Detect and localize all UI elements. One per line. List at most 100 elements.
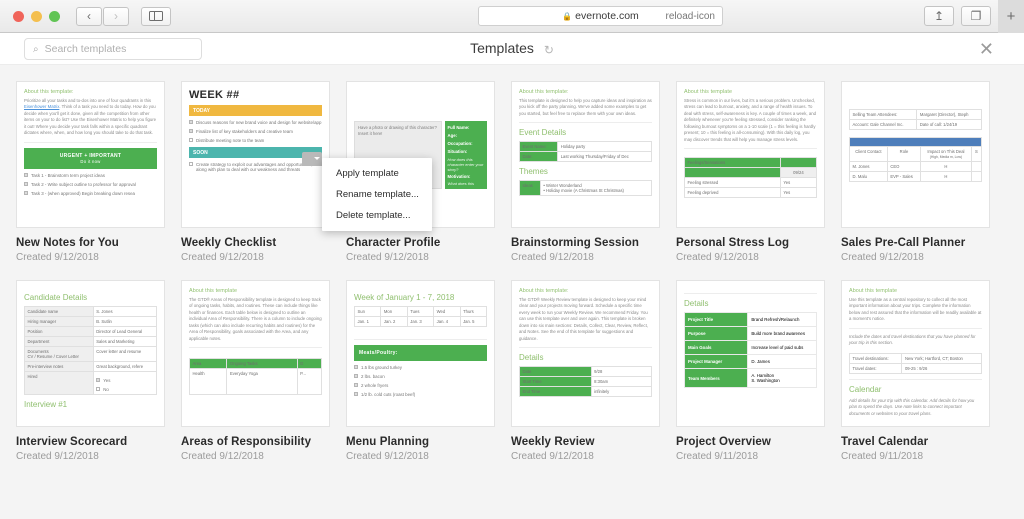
- templates-header: ⌕ Templates ↻ ✕: [0, 33, 1024, 65]
- template-preview[interactable]: Selling Team Attendees: Margaret (Directo…: [841, 81, 990, 228]
- template-preview[interactable]: About this template: Prioritize all your…: [16, 81, 165, 228]
- maximize-window-button[interactable]: [49, 10, 60, 22]
- template-title: Interview Scorecard: [16, 436, 128, 448]
- template-card[interactable]: Candidate Details Candidate name S. Jones…: [16, 280, 165, 462]
- section-note: Add details for your trip with this cale…: [849, 397, 975, 416]
- back-button[interactable]: ‹: [76, 6, 102, 26]
- about-body: Stress is common in our lives, but it's …: [684, 98, 816, 142]
- quadrant-sub: Do it now: [80, 158, 101, 164]
- template-card[interactable]: Details Project Title Brand Refresh/Relau…: [676, 280, 825, 462]
- template-title: Areas of Responsibility: [181, 436, 312, 448]
- about-heading: About this template:: [24, 89, 74, 95]
- checklist-item: Finalize list of key stakeholders and cr…: [189, 129, 322, 134]
- checklist-item: Distribute meeting note to the team: [189, 138, 322, 143]
- divider: [519, 122, 652, 124]
- table-row: Hiring manager B. Sutlin: [24, 316, 158, 327]
- sync-icon: ↻: [543, 43, 554, 57]
- checkbox-icon: [354, 374, 358, 379]
- table-row: Documents CV / Resume / Cover Letter Cover…: [24, 346, 158, 362]
- field-label: Occupation:: [447, 141, 473, 147]
- areas-table: Area Ongoing Tasks G Health Everyday Yog…: [188, 358, 323, 396]
- template-card[interactable]: About this template The GTD® Areas of Re…: [181, 280, 330, 462]
- template-preview[interactable]: Week of January 1 - 7, 2018 Sun Mon Tues…: [346, 280, 495, 427]
- reload-icon[interactable]: reload-icon: [666, 11, 715, 22]
- window-traffic-lights: [13, 10, 60, 22]
- template-created: Created 9/12/2018: [16, 451, 99, 462]
- divider: [849, 327, 982, 329]
- template-title: Brainstorming Session: [511, 237, 639, 249]
- template-card[interactable]: About this template: This template is de…: [511, 81, 660, 263]
- template-card[interactable]: About this template: The GTD® Weekly Rev…: [511, 280, 660, 462]
- template-options-button[interactable]: [302, 152, 322, 166]
- template-card[interactable]: Week of January 1 - 7, 2018 Sun Mon Tues…: [346, 280, 495, 462]
- template-card[interactable]: About this template Use this template as…: [841, 280, 990, 462]
- template-created: Created 9/12/2018: [511, 252, 594, 263]
- table-row: Pre-interview notes Great background, ref…: [24, 361, 158, 372]
- section-heading: Details: [519, 353, 544, 363]
- delete-template-menu-item[interactable]: Delete template...: [322, 205, 432, 226]
- checkbox-icon[interactable]: [96, 378, 101, 383]
- about-heading: About this template: [189, 288, 238, 294]
- section-heading: Calendar: [849, 384, 882, 394]
- template-preview[interactable]: About this template Use this template as…: [841, 280, 990, 427]
- divider: [684, 293, 817, 294]
- template-title: Weekly Review: [511, 436, 595, 448]
- close-icon[interactable]: ✕: [979, 40, 994, 58]
- grocery-item: 1/2 lb. cold cuts (roast beef): [354, 392, 487, 397]
- project-details-table: Project Title Brand Refresh/Relaunch Purp…: [683, 312, 817, 388]
- table-row: M. Jones CEO H: [849, 161, 983, 172]
- rename-template-menu-item[interactable]: Rename template...: [322, 184, 432, 205]
- grocery-item: 2 whole fryers: [354, 383, 487, 388]
- minimize-window-button[interactable]: [31, 10, 42, 22]
- template-preview[interactable]: About this template: This template is de…: [511, 81, 660, 228]
- toolbar-right-group: ↥ ❐ +: [924, 0, 1024, 33]
- navigation-buttons: ‹ ›: [76, 6, 129, 26]
- stress-log-table: Feelings/Sensations 09/24 Feeling stress…: [684, 157, 818, 199]
- contacts-table: Client Contact Role Impact on This Deal(…: [849, 137, 983, 182]
- template-card[interactable]: WEEK ## TODAY Discuss reasons for new br…: [181, 81, 330, 263]
- address-bar[interactable]: 🔒 evernote.com reload-icon: [478, 6, 723, 26]
- field-label: Full Name:: [447, 125, 470, 130]
- template-preview[interactable]: About this template The GTD® Areas of Re…: [181, 280, 330, 427]
- template-card[interactable]: About this template Stress is common in …: [676, 81, 825, 263]
- grocery-item: 1.5 lbs ground turkey: [354, 365, 487, 370]
- forward-button[interactable]: ›: [103, 6, 129, 26]
- table-row: Position Director of Lead General: [24, 326, 158, 337]
- close-window-button[interactable]: [13, 10, 24, 22]
- divider: [24, 141, 157, 143]
- table-row: Purpose Build more brand awarenes: [683, 326, 817, 341]
- table-row: Feeling stressed Yes: [684, 177, 818, 189]
- template-title: New Notes for You: [16, 237, 119, 249]
- sidebar-toggle-button[interactable]: [141, 6, 171, 26]
- apply-template-menu-item[interactable]: Apply template: [322, 163, 432, 184]
- table-row: Project Title Brand Refresh/Relaunch: [683, 312, 817, 327]
- section-heading: Themes: [519, 167, 548, 177]
- eisenhower-matrix-link[interactable]: Eisenhower Matrix: [24, 104, 59, 109]
- template-title: Travel Calendar: [841, 436, 929, 448]
- sidebar-icon: [149, 11, 163, 21]
- task-item: Task 2 - Write subject outline to profes…: [24, 182, 157, 187]
- table-row: Date: Last working Thursday/Friday of Dec: [518, 151, 652, 163]
- section-heading: Event Details: [519, 128, 567, 138]
- table-row: Account: Gale Channel Inc. Date of call: …: [848, 119, 982, 130]
- templates-grid: About this template: Prioritize all your…: [16, 81, 1008, 462]
- url-text: evernote.com: [575, 10, 639, 22]
- checkbox-icon: [189, 162, 193, 167]
- field-hint: What does this: [447, 180, 474, 186]
- event-details-table: Event Name: Holiday party Date: Last worki…: [518, 141, 652, 163]
- template-preview[interactable]: About this template: The GTD® Weekly Rev…: [511, 280, 660, 427]
- task-item: Task 3 - (when approved) Begin breaking …: [24, 191, 157, 196]
- share-icon[interactable]: ↥: [924, 6, 954, 26]
- template-preview[interactable]: Details Project Title Brand Refresh/Relau…: [676, 280, 825, 427]
- template-preview[interactable]: About this template Stress is common in …: [676, 81, 825, 228]
- template-card[interactable]: Selling Team Attendees: Margaret (Directo…: [841, 81, 990, 263]
- show-tabs-icon[interactable]: ❐: [961, 6, 991, 26]
- section-note: Include the dates and travel destination…: [849, 333, 976, 346]
- checkbox-icon[interactable]: [96, 387, 101, 392]
- grocery-item: 2 lbs. bacon: [354, 374, 487, 379]
- checkbox-icon: [189, 129, 193, 134]
- field-label: Motivation:: [447, 173, 471, 179]
- template-preview[interactable]: Candidate Details Candidate name S. Jones…: [16, 280, 165, 427]
- template-card[interactable]: About this template: Prioritize all your…: [16, 81, 165, 263]
- new-tab-button[interactable]: +: [998, 0, 1024, 33]
